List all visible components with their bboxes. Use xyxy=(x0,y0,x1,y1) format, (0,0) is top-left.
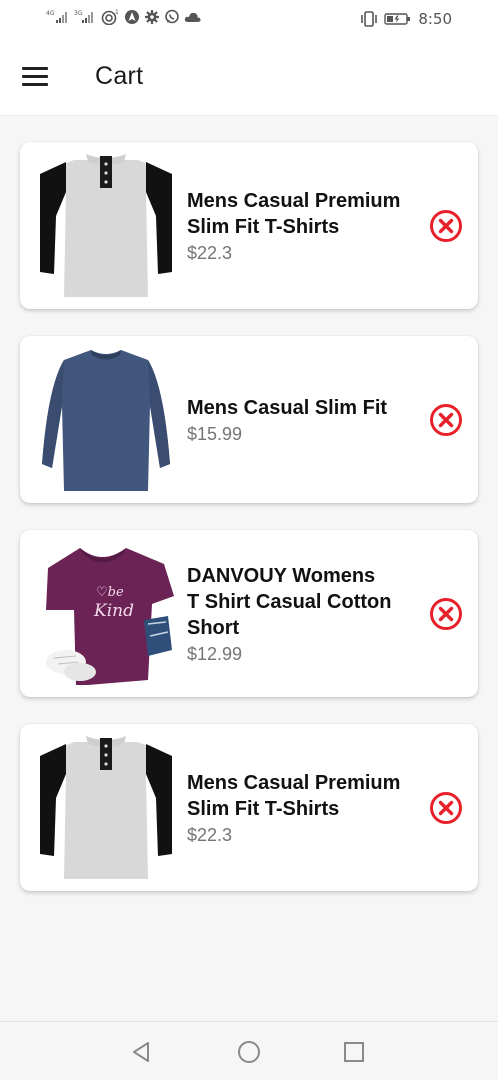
status-bar: 4G 3G 1 8:50 xyxy=(0,0,498,38)
svg-text:1: 1 xyxy=(115,9,119,16)
cart-item-info: DANVOUY Womens T Shirt Casual Cotton Sho… xyxy=(187,530,427,697)
hotspot-icon: 1 xyxy=(100,9,120,25)
cart-item-info: Mens Casual Premium Slim Fit T-Shirts $2… xyxy=(187,142,427,309)
product-price: $22.3 xyxy=(187,824,233,845)
cart-item[interactable]: Mens Casual Premium Slim Fit T-Shirts $2… xyxy=(20,142,478,309)
remove-item-button[interactable] xyxy=(428,402,464,438)
svg-text:Kind: Kind xyxy=(93,601,134,621)
product-image-purple-tshirt: ♡be Kind xyxy=(36,540,176,686)
cart-screen: 4G 3G 1 8:50 Cart Mens Casual Premium Sl… xyxy=(0,0,498,1080)
cloud-icon xyxy=(184,10,202,24)
cart-item[interactable]: ♡be Kind DANVOUY Womens T Shirt Casual C… xyxy=(20,530,478,697)
home-circle-icon[interactable] xyxy=(236,1039,262,1065)
product-title: DANVOUY Womens T Shirt Casual Cotton Sho… xyxy=(187,564,392,639)
product-title: Mens Casual Premium Slim Fit T-Shirts xyxy=(187,189,401,238)
status-time: 8:50 xyxy=(418,10,452,28)
battery-charging-icon xyxy=(384,12,412,26)
product-title: Mens Casual Slim Fit xyxy=(187,396,388,419)
remove-circle-x-icon xyxy=(430,210,462,242)
cart-item[interactable]: Mens Casual Premium Slim Fit T-Shirts $2… xyxy=(20,724,478,891)
svg-text:♡be: ♡be xyxy=(96,585,124,600)
product-image-raglan-henley xyxy=(36,734,176,879)
product-title: Mens Casual Premium Slim Fit T-Shirts xyxy=(187,771,401,820)
product-image-long-sleeve-navy xyxy=(36,346,176,491)
svg-text:3G: 3G xyxy=(74,10,83,17)
cart-list: Mens Casual Premium Slim Fit T-Shirts $2… xyxy=(20,142,478,918)
signal-1-icon: 4G xyxy=(46,9,70,25)
remove-item-button[interactable] xyxy=(428,208,464,244)
vibrate-icon xyxy=(360,11,378,27)
remove-item-button[interactable] xyxy=(428,596,464,632)
remove-item-button[interactable] xyxy=(428,790,464,826)
app-bar: Cart xyxy=(0,38,498,116)
status-left-icons: 4G 3G 1 xyxy=(46,9,202,25)
back-triangle-icon[interactable] xyxy=(129,1039,155,1065)
status-right-icons: 8:50 xyxy=(360,10,452,28)
cart-item-info: Mens Casual Slim Fit $15.99 xyxy=(187,336,427,503)
product-price: $22.3 xyxy=(187,242,233,263)
remove-circle-x-icon xyxy=(430,598,462,630)
cart-item-info: Mens Casual Premium Slim Fit T-Shirts $2… xyxy=(187,724,427,891)
product-price: $15.99 xyxy=(187,423,243,444)
navigation-app-icon xyxy=(124,9,140,25)
svg-text:4G: 4G xyxy=(46,10,55,17)
product-image-raglan-henley xyxy=(36,152,176,297)
recents-square-icon[interactable] xyxy=(341,1039,367,1065)
page-title: Cart xyxy=(95,62,144,90)
remove-circle-x-icon xyxy=(430,404,462,436)
settings-icon xyxy=(144,9,160,25)
cart-item[interactable]: Mens Casual Slim Fit $15.99 xyxy=(20,336,478,503)
hamburger-menu-icon[interactable] xyxy=(22,67,48,87)
whatsapp-icon xyxy=(164,9,180,25)
remove-circle-x-icon xyxy=(430,792,462,824)
product-price: $12.99 xyxy=(187,643,243,664)
signal-2-icon: 3G xyxy=(74,9,96,25)
system-nav-bar xyxy=(0,1021,498,1080)
